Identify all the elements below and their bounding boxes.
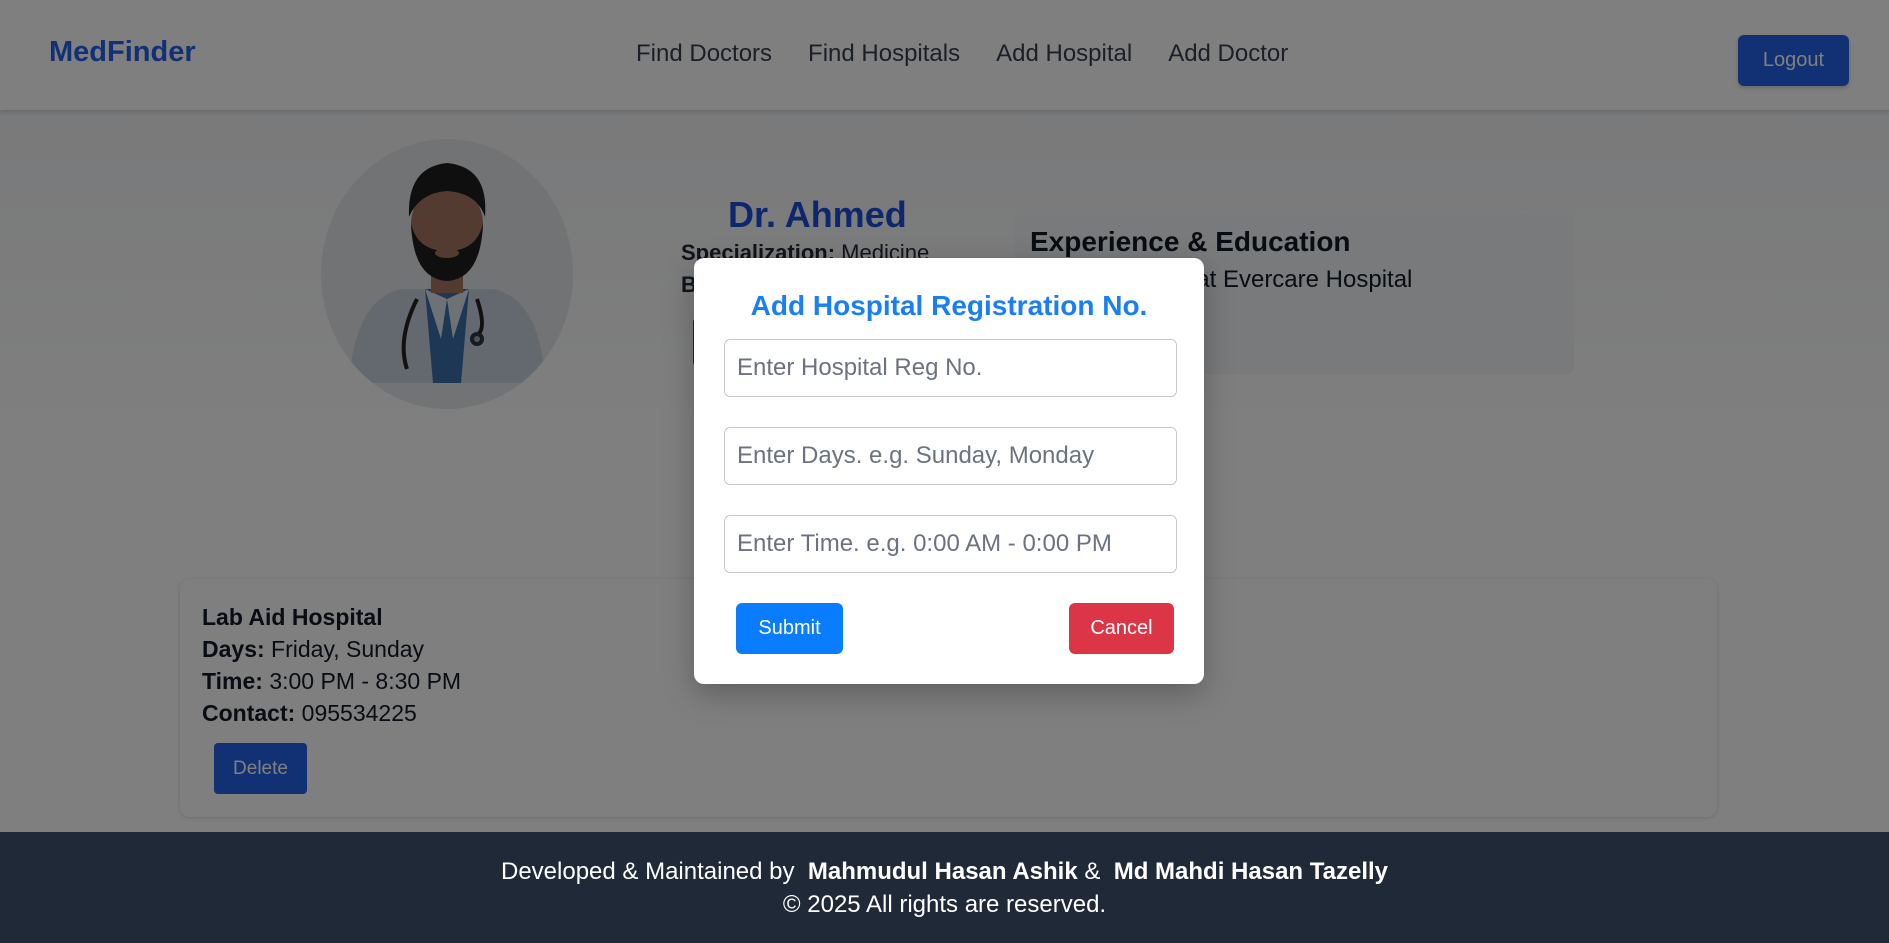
submit-button[interactable]: Submit — [736, 603, 843, 654]
footer-separator: & — [1084, 858, 1101, 885]
footer-author-2: Md Mahdi Hasan Tazelly — [1113, 858, 1388, 885]
time-input[interactable] — [724, 515, 1177, 573]
footer-credits: Developed & Maintained by Mahmudul Hasan… — [0, 858, 1889, 886]
footer-copyright: © 2025 All rights are reserved. — [782, 891, 1107, 918]
hospital-reg-input[interactable] — [724, 339, 1177, 397]
days-input[interactable] — [724, 427, 1177, 485]
footer-prefix: Developed & Maintained by — [500, 858, 795, 885]
add-hospital-modal: Add Hospital Registration No. Submit Can… — [694, 258, 1204, 684]
cancel-button[interactable]: Cancel — [1069, 603, 1174, 654]
modal-title: Add Hospital Registration No. — [750, 290, 1148, 321]
footer: Developed & Maintained by Mahmudul Hasan… — [0, 832, 1889, 943]
footer-author-1: Mahmudul Hasan Ashik — [807, 858, 1078, 885]
